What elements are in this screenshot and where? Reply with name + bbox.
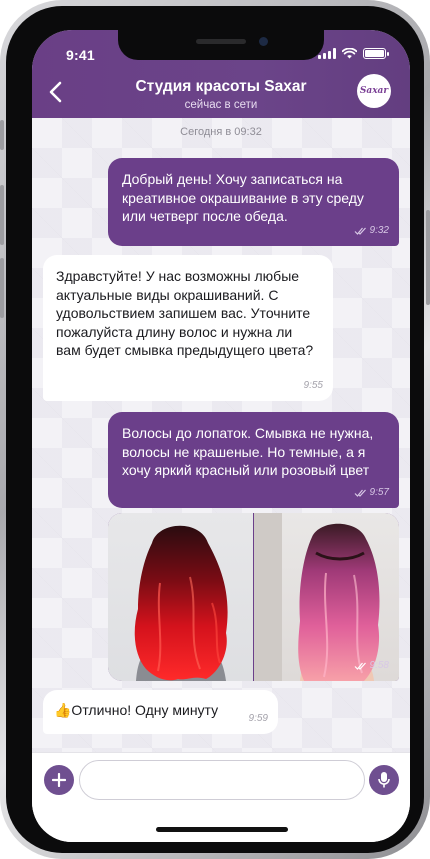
message-time: 9:59 (248, 712, 268, 724)
message-text: Волосы до лопаток. Смывка не нужна, воло… (122, 425, 374, 478)
front-camera (259, 37, 268, 46)
screen: 9:41 Студия красоты Saxar сейчас в сети … (32, 30, 410, 842)
plus-icon (52, 773, 66, 787)
double-check-icon (354, 662, 366, 670)
wifi-icon (342, 48, 357, 59)
battery-level (365, 50, 384, 57)
message-meta: 9:57 (354, 484, 389, 503)
battery-icon (363, 48, 389, 59)
earpiece-speaker (196, 39, 246, 44)
back-button[interactable] (46, 80, 66, 104)
avatar-logo-text: Saxar (359, 86, 389, 96)
message-input[interactable] (79, 760, 365, 800)
composer-bar (32, 752, 410, 842)
incoming-message[interactable]: 👍Отлично! Одну минуту 9:59 (43, 690, 278, 734)
hair-photo-red[interactable] (108, 513, 253, 681)
online-status: сейчас в сети (184, 99, 258, 111)
chat-title: Студия красоты Saxar (135, 78, 307, 95)
voice-message-button[interactable] (369, 765, 399, 795)
message-text: Добрый день! Хочу записаться на креативн… (122, 171, 364, 224)
message-time: 9:55 (303, 379, 323, 391)
message-meta: 9:32 (354, 222, 389, 241)
message-text: Здравстуйте! У нас возможны любые актуал… (56, 268, 314, 358)
red-hair-image (134, 525, 228, 681)
message-list[interactable]: Сегодня в 09:32 Добрый день! Хочу записа… (32, 118, 410, 752)
microphone-icon (378, 772, 390, 788)
message-meta: 9:55 (304, 377, 323, 396)
date-separator: Сегодня в 09:32 (180, 126, 262, 138)
hair-photo-pink[interactable]: 9:58 (254, 513, 399, 681)
double-check-icon (354, 489, 366, 497)
home-indicator[interactable] (156, 827, 288, 832)
message-meta: 9:58 (354, 657, 389, 676)
volume-down-button (0, 258, 4, 318)
message-time: 9:57 (369, 486, 389, 498)
status-icons (318, 48, 389, 59)
power-button (426, 210, 430, 305)
message-time: 9:58 (369, 659, 389, 671)
incoming-message[interactable]: Здравстуйте! У нас возможны любые актуал… (43, 255, 333, 401)
message-text: 👍Отлично! Одну минуту (54, 702, 219, 718)
phone-bezel: 9:41 Студия красоты Saxar сейчас в сети … (6, 6, 424, 853)
message-meta: 9:59 (249, 710, 268, 729)
add-attachment-button[interactable] (44, 765, 74, 795)
status-time: 9:41 (66, 47, 95, 63)
contact-avatar[interactable]: Saxar (357, 74, 391, 108)
volume-up-button (0, 185, 4, 245)
phone-frame: 9:41 Студия красоты Saxar сейчас в сети … (0, 0, 430, 859)
notch (118, 30, 324, 60)
silent-switch (0, 120, 4, 150)
outgoing-message[interactable]: Волосы до лопаток. Смывка не нужна, воло… (108, 412, 399, 508)
double-check-icon (354, 227, 366, 235)
outgoing-message[interactable]: Добрый день! Хочу записаться на креативн… (108, 158, 399, 246)
message-time: 9:32 (369, 224, 389, 236)
photo-message[interactable]: 9:58 (108, 513, 399, 681)
chevron-left-icon (49, 81, 62, 103)
